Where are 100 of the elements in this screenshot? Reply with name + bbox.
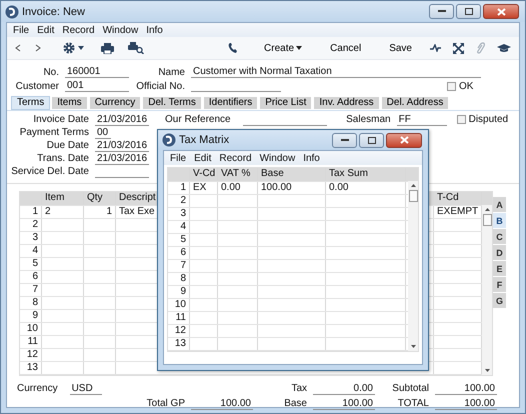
menu-item[interactable]: Info: [142, 24, 167, 36]
side-tab[interactable]: B: [493, 213, 506, 228]
column-header: Qty: [84, 192, 116, 205]
scrollbar[interactable]: [408, 181, 418, 351]
ok-checkbox[interactable]: [447, 82, 456, 90]
field-label: Trans. Date: [36, 153, 89, 164]
menu-item[interactable]: File: [166, 152, 190, 164]
phone-icon[interactable]: [228, 42, 238, 54]
graduation-cap-icon[interactable]: [497, 43, 511, 53]
field-label: Due Date: [46, 140, 89, 151]
print-preview-icon[interactable]: [128, 42, 144, 54]
menu-item[interactable]: Info: [299, 152, 324, 164]
pulse-icon[interactable]: [430, 44, 441, 52]
side-tab[interactable]: C: [493, 229, 506, 244]
scroll-up-icon[interactable]: [410, 184, 416, 187]
app-logo-icon: [5, 4, 19, 18]
field-label: Customer: [14, 80, 59, 92]
tab[interactable]: Del. Address: [380, 96, 450, 110]
close-button[interactable]: [386, 132, 422, 148]
side-tab[interactable]: E: [493, 261, 506, 276]
cancel-button[interactable]: Cancel: [324, 42, 368, 54]
name-field[interactable]: Customer with Normal Taxation: [191, 66, 481, 78]
menu-item[interactable]: Window: [98, 24, 142, 36]
field-label: Subtotal: [391, 383, 429, 394]
maximize-icon: [368, 136, 376, 144]
column-header: V-Cd: [190, 168, 218, 181]
tab[interactable]: Items: [51, 96, 88, 110]
row-number: 10: [20, 323, 42, 335]
tab[interactable]: Currency: [88, 96, 142, 110]
input-field[interactable]: 21/03/2016: [95, 114, 149, 126]
field-label: Total GP: [146, 398, 185, 409]
close-icon: [400, 136, 408, 144]
side-tab[interactable]: D: [493, 245, 506, 260]
field-label: Payment Terms: [18, 127, 89, 138]
salesman-field[interactable]: FF: [396, 114, 447, 126]
total-field: 100.00: [435, 382, 497, 394]
scroll-thumb[interactable]: [408, 190, 418, 202]
menu-item[interactable]: File: [9, 24, 34, 36]
field-label: Salesman: [345, 114, 391, 125]
menu-item[interactable]: Edit: [190, 152, 216, 164]
forward-icon[interactable]: [35, 44, 41, 52]
field-label: Base: [283, 398, 307, 409]
table-cell: 100.00: [258, 182, 326, 194]
close-button[interactable]: [483, 4, 519, 19]
column-header: Tax Sum: [326, 168, 406, 181]
side-tab[interactable]: F: [493, 277, 506, 292]
table-cell: 2: [42, 206, 84, 218]
tab[interactable]: Inv. Address: [313, 96, 380, 110]
row-number: 7: [168, 260, 190, 272]
back-icon[interactable]: [15, 44, 21, 52]
scroll-thumb[interactable]: [482, 214, 492, 226]
row-number: 12: [168, 325, 190, 337]
input-field[interactable]: 21/03/2016: [95, 152, 149, 164]
caret-icon: [296, 46, 302, 50]
minimize-icon: [438, 10, 446, 13]
menu-item[interactable]: Record: [215, 152, 256, 164]
maximize-button[interactable]: [359, 132, 384, 148]
menu-item[interactable]: Window: [256, 152, 300, 164]
menu-item[interactable]: Record: [58, 24, 99, 36]
disputed-checkbox[interactable]: [456, 115, 466, 124]
row-number: 3: [20, 232, 42, 244]
expand-icon[interactable]: [453, 42, 464, 54]
currency-field[interactable]: USD: [70, 382, 102, 394]
row-number: 11: [20, 336, 42, 348]
menu-item[interactable]: Edit: [33, 24, 58, 36]
side-tab[interactable]: G: [493, 293, 506, 308]
maximize-icon: [464, 8, 472, 15]
input-field[interactable]: 00: [95, 126, 111, 138]
table-cell: EX: [190, 182, 218, 194]
window-title: Tax Matrix: [179, 134, 230, 146]
tab[interactable]: Del. Terms: [142, 96, 202, 110]
input-field[interactable]: 21/03/2016: [95, 140, 149, 152]
window-title: Invoice: New: [22, 6, 85, 18]
minimize-button[interactable]: [332, 132, 357, 148]
gear-icon[interactable]: [63, 42, 85, 54]
tab[interactable]: Terms: [11, 96, 50, 110]
scroll-up-icon[interactable]: [484, 208, 490, 211]
number-field[interactable]: 160001: [65, 66, 129, 78]
side-tab[interactable]: A: [493, 197, 506, 212]
tab[interactable]: Price List: [259, 96, 312, 110]
save-button[interactable]: Save: [383, 42, 418, 54]
field-label: Currency: [16, 383, 58, 394]
field-label: TOTAL: [396, 398, 429, 409]
create-button[interactable]: Create: [258, 42, 308, 54]
customer-field[interactable]: 001: [65, 80, 129, 92]
maximize-button[interactable]: [456, 4, 481, 19]
scrollbar[interactable]: [482, 205, 492, 375]
paperclip-icon[interactable]: [476, 42, 485, 54]
row-number: 13: [168, 338, 190, 350]
printer-icon[interactable]: [101, 42, 114, 54]
row-number: 2: [20, 219, 42, 231]
field-label: Tax: [290, 383, 307, 394]
scroll-down-icon[interactable]: [410, 345, 416, 348]
minimize-button[interactable]: [429, 4, 454, 19]
scroll-down-icon[interactable]: [484, 369, 490, 372]
total-field: 100.00: [191, 398, 253, 410]
column-header: Base: [258, 168, 326, 181]
row-number: 11: [168, 312, 190, 324]
column-header: T-Cd: [434, 192, 482, 205]
tab[interactable]: Identifiers: [202, 96, 258, 110]
